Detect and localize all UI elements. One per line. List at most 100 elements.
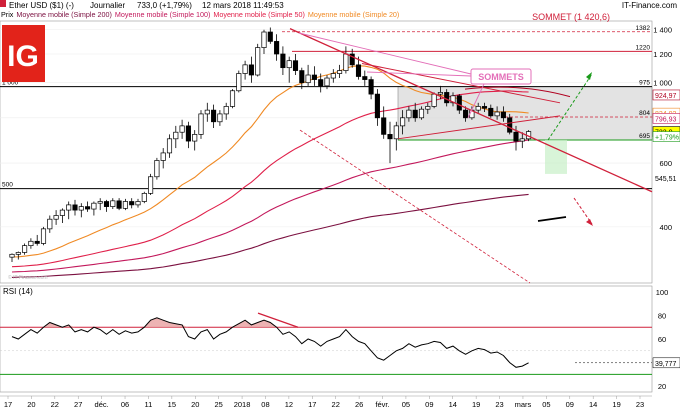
price-badge-label: 924,97 [655,93,677,100]
date-tick-label: 14 [589,400,597,409]
candle-body [261,31,267,48]
price-badges: 924,97824,02796,93733,0+1,79%545,51 [652,89,680,184]
candle-body [286,60,292,69]
candle-body [418,108,425,119]
ig-logo-text: IG [7,40,39,73]
price-tick-label: 600 [659,159,672,168]
date-tick-label: 20 [27,400,35,409]
price-tick-label: 1 000 [653,79,672,88]
date-tick-label: 14 [449,400,457,409]
date-tick-label: mars [515,400,532,409]
price-badge-label: 545,51 [655,176,677,183]
candle-body [318,79,324,87]
sommet-annotation: SOMMET (1 420,6) [532,12,610,22]
candle-body [305,74,311,84]
date-tick-label: 22 [51,400,59,409]
rsi-tick-label: 20 [658,382,666,391]
candle-body [362,76,368,80]
candle-body [494,111,500,117]
date-tick-label: 15 [168,400,176,409]
rsi-title: RSI (14) [3,287,33,296]
candle-body [204,109,210,115]
candle-body [456,95,462,111]
instrument-title: Ether USD ($1) (-) [9,1,74,10]
candle-body [393,125,399,140]
date-tick-label: 23 [636,400,644,409]
price-tick-label: 400 [659,223,672,232]
candle-body [248,64,254,76]
candle-body [381,117,387,135]
rsi-value-label: 39,777 [655,361,677,368]
legend-item: Prix [1,10,14,19]
candle-body [481,106,488,109]
date-tick-label: 26 [355,400,363,409]
candle-body [242,64,248,74]
candle-body [185,125,191,142]
price-tick-label: 1 200 [653,50,672,59]
rsi-tick-label: 100 [656,288,669,297]
candle-body [85,206,91,210]
candle-body [223,106,229,115]
interval-label: Journalier [90,1,125,10]
date-tick-label: 23 [495,400,503,409]
candle-body [355,64,362,77]
candle-body [267,31,273,42]
candle-body [66,204,72,211]
candle-body [255,47,261,76]
date-tick-label: 27 [74,400,82,409]
date-tick-label: 17 [308,400,316,409]
candle-body [513,131,519,142]
date-tick-label: 05 [402,400,410,409]
candle-body [72,204,78,211]
candle-body [507,117,513,133]
candle-body [192,134,198,142]
date-tick-label: 12 [285,400,293,409]
price-panel: 138212209751 000804695500 4006008001 000… [0,12,680,284]
candle-body [374,93,380,119]
candle-body [9,253,15,258]
candle-body [311,74,317,80]
candle-body [116,200,122,209]
instrument-marker-icon [0,0,6,7]
candle-body [330,73,336,79]
date-tick-label: 09 [425,400,433,409]
candle-body [28,240,34,247]
candle-body [343,53,349,71]
candle-body [292,60,299,71]
source-label: IT-Finance.com [622,1,677,10]
sommets-annotation: SOMMETS [478,72,524,82]
date-tick-label: 08 [261,400,269,409]
level-label: 1220 [636,44,651,51]
last-quote: 733,0 (+1,79%) [137,1,192,10]
candle-body [444,92,450,104]
candle-body [166,138,173,154]
date-axis: 17 20 22 27 déc. 06 11 15 20 25 2018 08 12 17 22 26 févr… [0,395,652,409]
date-tick-label: 20 [191,400,199,409]
date-tick-label: 09 [566,400,574,409]
candle-body [40,228,47,244]
candle-body [97,201,103,204]
date-tick-label: févr. [375,400,389,409]
candle-body [47,218,53,230]
candle-body [110,200,116,207]
candle-body [53,215,59,220]
candle-body [463,109,469,119]
level-label: 804 [639,110,650,117]
level-label: 975 [639,80,650,87]
ig-logo: IG [2,25,45,82]
candle-body [500,111,506,119]
date-tick-label: 22 [332,400,340,409]
candle-body [129,201,135,206]
candle-body [337,70,343,74]
candle-body [229,90,236,107]
candle-body [198,113,204,135]
candle-body [173,131,179,140]
level-left-label: 500 [2,182,13,189]
price-badge-label: 796,93 [655,116,677,123]
candle-body [179,125,185,133]
candle-body [141,192,147,202]
indicator-legend: Prix Moyenne mobile (Simple 200) Moyenne m… [1,10,399,19]
candle-body [324,77,330,87]
level-label: 695 [639,133,650,140]
candle-body [368,79,374,95]
